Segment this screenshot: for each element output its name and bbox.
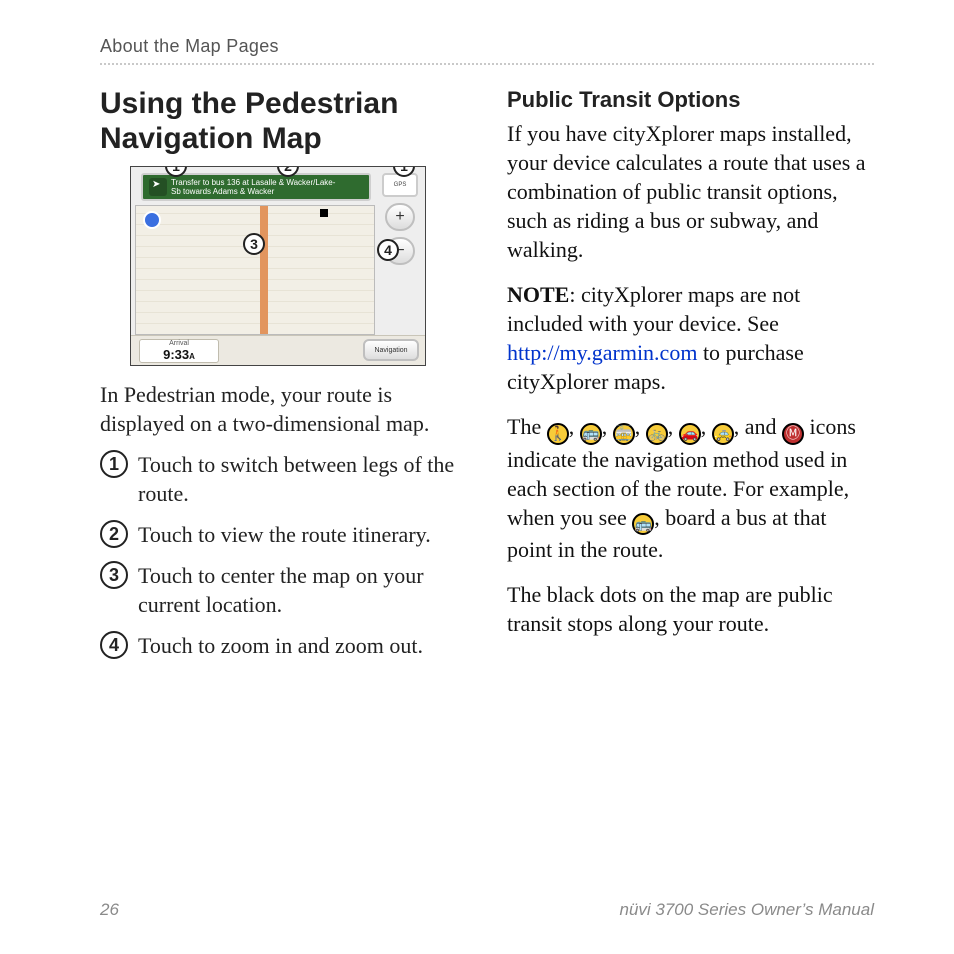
car-icon: 🚗 xyxy=(679,423,701,445)
gps-signal-icon[interactable]: GPS xyxy=(382,173,418,197)
right-column: Public Transit Options If you have cityX… xyxy=(507,87,874,672)
callout-list: 1 Touch to switch between legs of the ro… xyxy=(100,450,467,660)
callout-number-icon: 4 xyxy=(100,631,128,659)
page-footer: 26 nüvi 3700 Series Owner’s Manual xyxy=(100,900,874,920)
transit-paragraph: If you have cityXplorer maps installed, … xyxy=(507,119,874,264)
route-itinerary-bar[interactable]: Transfer to bus 136 at Lasalle & Wacker/… xyxy=(141,173,371,201)
navigation-label: Navigation xyxy=(374,347,407,354)
icons-and: , and xyxy=(734,414,782,439)
bus-icon-example: 🚌 xyxy=(632,513,654,535)
arrival-box[interactable]: Arrival 9:33A xyxy=(139,339,219,363)
callout-item: 1 Touch to switch between legs of the ro… xyxy=(100,450,467,508)
arrival-time: 9:33A xyxy=(163,347,195,362)
bus-icon: 🚌 xyxy=(580,423,602,445)
intro-paragraph: In Pedestrian mode, your route is displa… xyxy=(100,380,467,438)
icons-lead: The xyxy=(507,414,547,439)
callout-text: Touch to switch between legs of the rout… xyxy=(138,450,467,508)
transfer-instruction: Transfer to bus 136 at Lasalle & Wacker/… xyxy=(171,178,335,196)
two-column-layout: Using the Pedestrian Navigation Map Tran… xyxy=(100,87,874,672)
callout-item: 2 Touch to view the route itinerary. xyxy=(100,520,467,549)
zoom-in-button[interactable]: + xyxy=(385,203,415,231)
walk-icon: 🚶 xyxy=(547,423,569,445)
breadcrumb: About the Map Pages xyxy=(100,36,874,57)
callout-number-icon: 2 xyxy=(100,520,128,548)
pedestrian-map-screenshot: Transfer to bus 136 at Lasalle & Wacker/… xyxy=(130,166,426,366)
current-location-marker[interactable] xyxy=(143,211,161,229)
callout-text: Touch to center the map on your current … xyxy=(138,561,467,619)
callout-item: 4 Touch to zoom in and zoom out. xyxy=(100,631,467,660)
divider xyxy=(100,63,874,65)
transit-stops-paragraph: The black dots on the map are public tra… xyxy=(507,580,874,638)
taxi-icon: 🚕 xyxy=(712,423,734,445)
map-view[interactable] xyxy=(135,205,375,335)
callout-item: 3 Touch to center the map on your curren… xyxy=(100,561,467,619)
page-number: 26 xyxy=(100,900,119,920)
callout-marker-4: 4 xyxy=(377,239,399,261)
turn-arrow-icon xyxy=(149,178,167,196)
book-title: nüvi 3700 Series Owner’s Manual xyxy=(619,900,874,920)
subway-icon: Ⓜ xyxy=(782,423,804,445)
callout-text: Touch to zoom in and zoom out. xyxy=(138,631,423,660)
callout-number-icon: 3 xyxy=(100,561,128,589)
callout-text: Touch to view the route itinerary. xyxy=(138,520,431,549)
subsection-heading: Public Transit Options xyxy=(507,87,874,113)
callout-marker-3: 3 xyxy=(243,233,265,255)
manual-page: About the Map Pages Using the Pedestrian… xyxy=(0,0,954,954)
callout-number-icon: 1 xyxy=(100,450,128,478)
icons-paragraph: The 🚶, 🚌, 🚋, 🚲, 🚗, 🚕, and Ⓜ icons indica… xyxy=(507,412,874,564)
left-column: Using the Pedestrian Navigation Map Tran… xyxy=(100,87,467,672)
destination-flag-icon xyxy=(320,209,328,217)
garmin-link[interactable]: http://my.garmin.com xyxy=(507,340,697,365)
arrival-label: Arrival xyxy=(169,340,189,347)
bike-icon: 🚲 xyxy=(646,423,668,445)
navigation-button[interactable]: Navigation xyxy=(363,339,419,361)
note-paragraph: NOTE: cityXplorer maps are not included … xyxy=(507,280,874,396)
note-label: NOTE xyxy=(507,282,569,307)
section-heading: Using the Pedestrian Navigation Map xyxy=(100,87,467,156)
tram-icon: 🚋 xyxy=(613,423,635,445)
